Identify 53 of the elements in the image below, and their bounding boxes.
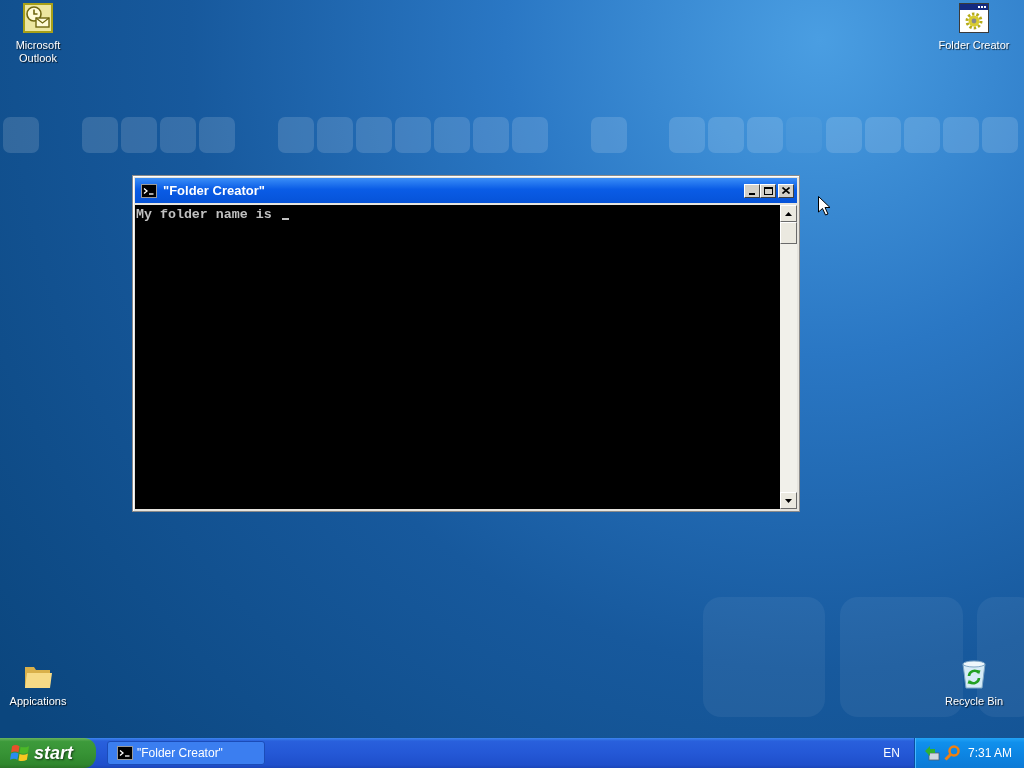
close-button[interactable] <box>778 183 794 198</box>
wallpaper-tile <box>395 117 431 153</box>
console-area[interactable]: My folder name is <box>135 205 780 509</box>
scroll-up-button[interactable] <box>780 205 797 222</box>
computer-arrow-icon[interactable] <box>924 745 940 761</box>
wallpaper-tile <box>473 117 509 153</box>
close-icon <box>782 187 790 194</box>
recycle-bin-icon[interactable] <box>959 659 989 689</box>
wallpaper-tile <box>278 117 314 153</box>
wallpaper-tile <box>160 117 196 153</box>
window-title: "Folder Creator" <box>163 183 266 198</box>
wallpaper-tile <box>591 117 627 153</box>
wallpaper-tile <box>121 117 157 153</box>
console-icon <box>117 746 133 760</box>
up-arrow-icon <box>785 211 792 216</box>
scroll-thumb[interactable] <box>780 222 797 244</box>
maximize-button[interactable] <box>760 183 776 198</box>
wallpaper-tile <box>747 117 783 153</box>
wallpaper-tile <box>826 117 862 153</box>
taskbar-button[interactable]: "Folder Creator" <box>107 741 265 765</box>
console-icon <box>141 183 157 198</box>
language-indicator[interactable]: EN <box>883 746 900 760</box>
desktop-icon-label[interactable]: Folder Creator <box>938 39 1010 52</box>
wallpaper-tile <box>982 117 1018 153</box>
down-arrow-icon <box>785 498 792 503</box>
wallpaper-tile <box>943 117 979 153</box>
desktop-icon-label[interactable]: Appications <box>9 695 67 708</box>
wallpaper-tile <box>199 117 235 153</box>
minimize-button[interactable] <box>744 183 760 198</box>
wallpaper-tile <box>434 117 470 153</box>
console-text: My folder name is <box>136 207 272 222</box>
desktop-icon-label[interactable]: Microsoft Outlook <box>0 39 76 65</box>
wallpaper-tile <box>356 117 392 153</box>
wallpaper-tile <box>3 117 39 153</box>
maximize-icon <box>763 186 773 195</box>
scrollbar-track[interactable] <box>780 205 797 509</box>
wallpaper-tile <box>317 117 353 153</box>
wallpaper-tile <box>669 117 705 153</box>
gear-window-icon[interactable] <box>959 3 989 33</box>
wallpaper-tile <box>708 117 744 153</box>
wallpaper-tile <box>865 117 901 153</box>
text-cursor-icon <box>281 218 289 220</box>
clock-envelope-icon[interactable] <box>23 3 53 33</box>
scroll-down-button[interactable] <box>780 492 797 509</box>
pointer-icon <box>818 196 831 216</box>
minimize-icon <box>749 192 755 195</box>
desktop-icon-label[interactable]: Recycle Bin <box>944 695 1004 708</box>
start-button[interactable]: start <box>0 738 96 768</box>
wallpaper-tile <box>904 117 940 153</box>
clock-text: 7:31 AM <box>968 746 1013 760</box>
wallpaper-tile <box>82 117 118 153</box>
flag-icon <box>10 744 29 762</box>
wallpaper-tile <box>512 117 548 153</box>
